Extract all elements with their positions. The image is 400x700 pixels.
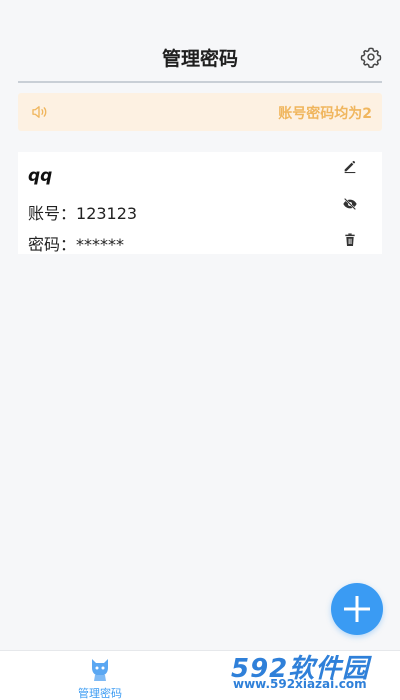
pencil-icon[interactable]: [342, 158, 358, 174]
page-title: 管理密码: [161, 48, 238, 70]
gear-icon[interactable]: [360, 46, 382, 69]
watermark-logo: 592软件园 www.592xiazai.com: [231, 646, 396, 696]
account-value: 123123: [76, 204, 138, 223]
account-row: 账号：123123: [28, 200, 137, 224]
speaker-icon: [30, 103, 48, 121]
app-header: 管理密码: [0, 0, 400, 80]
tab-label: 管理密码: [78, 687, 122, 700]
tab-manage-passwords[interactable]: 管理密码: [72, 654, 128, 700]
bottom-tab-bar: 管理密码 592软件园 www.592xiazai.com: [0, 650, 400, 700]
add-entry-button[interactable]: [331, 583, 383, 635]
entry-name: qq: [28, 166, 53, 186]
notice-text: 账号密码均为2: [278, 106, 372, 122]
plus-icon: [344, 596, 370, 622]
watermark-url: www.592xiazai.com: [233, 677, 367, 691]
notice-bar: 账号密码均为2: [18, 93, 382, 131]
trash-icon[interactable]: [342, 232, 358, 248]
password-entry-card: qq 账号：123123 密码：******: [18, 152, 382, 254]
password-label: 密码：: [28, 235, 77, 254]
cat-icon: [89, 656, 111, 682]
eye-off-icon[interactable]: [342, 196, 358, 212]
password-row: 密码：******: [28, 231, 124, 255]
password-value: ******: [76, 235, 125, 254]
header-divider: [18, 81, 382, 83]
account-label: 账号：: [28, 204, 77, 223]
